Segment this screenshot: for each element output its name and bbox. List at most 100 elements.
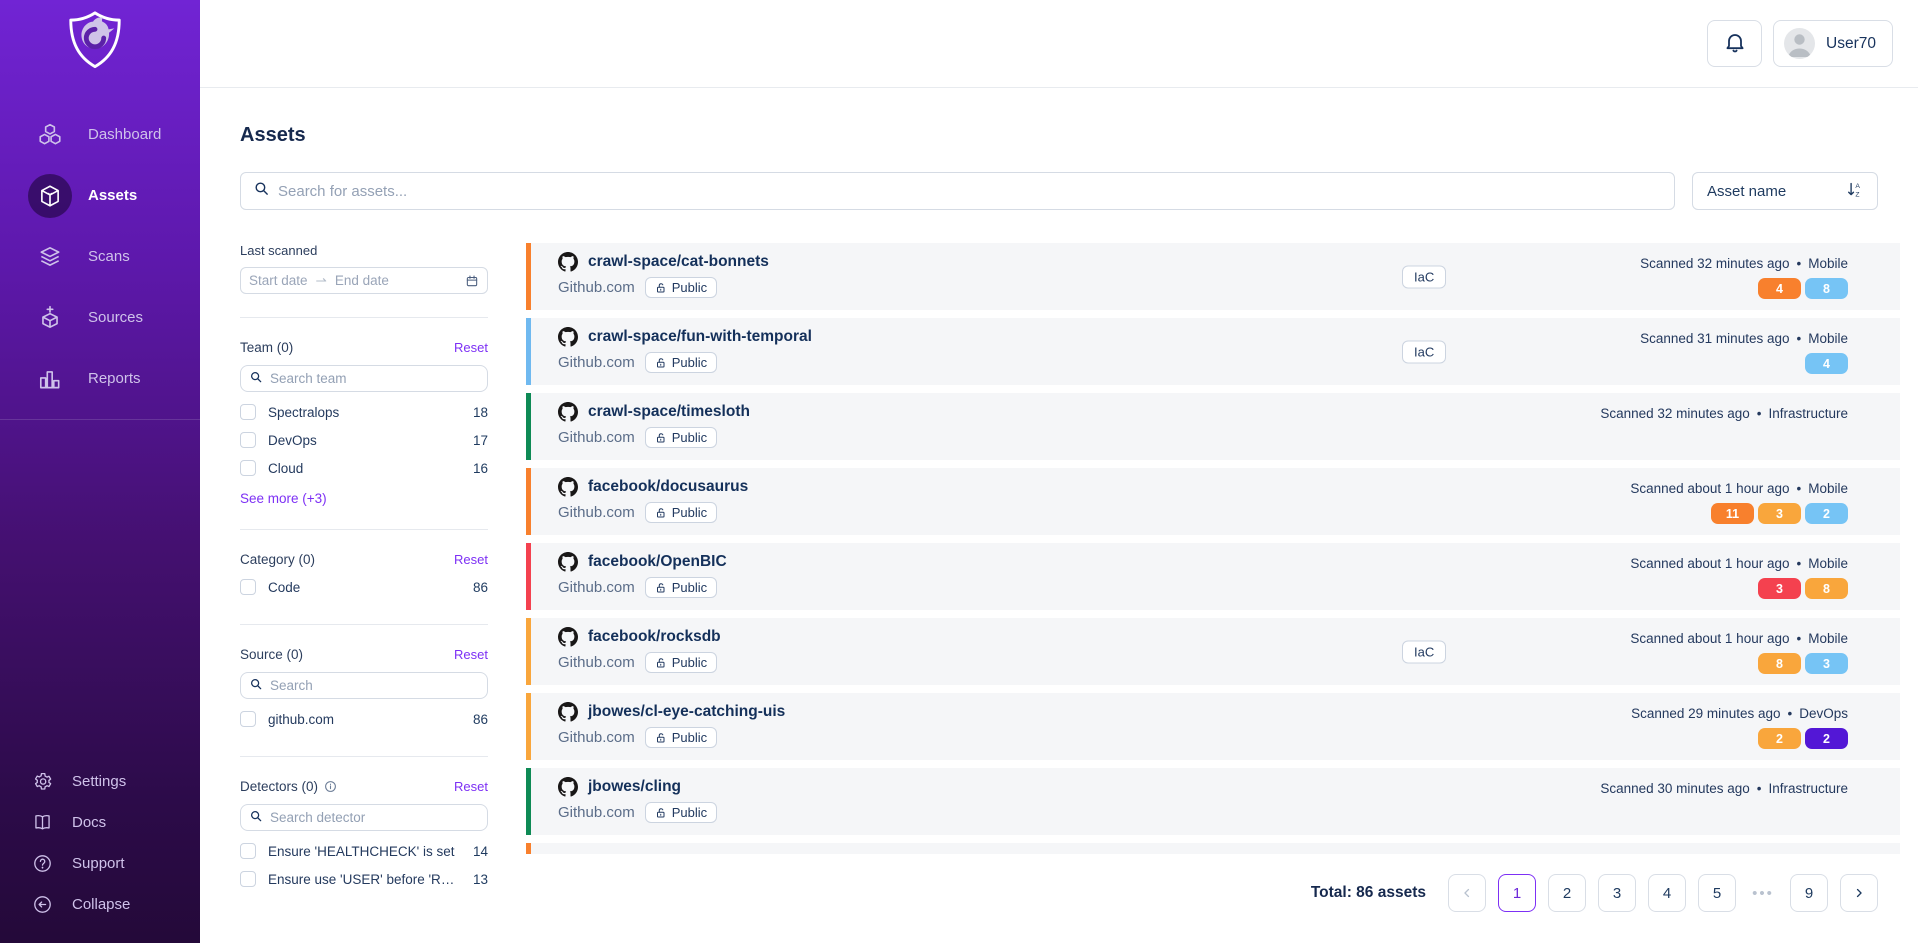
checkbox[interactable] <box>240 871 256 887</box>
team-see-more-link[interactable]: See more (+3) <box>240 491 327 506</box>
page-button-5[interactable]: 5 <box>1698 874 1736 912</box>
asset-name: facebook/OpenBIC <box>588 553 727 570</box>
asset-info: facebook/OpenBIC Github.com Public <box>558 552 727 598</box>
asset-row-jbowes-cling[interactable]: jbowes/cling Github.com Public Scanned 30 m… <box>526 768 1900 835</box>
visibility-badge: Public <box>644 802 718 823</box>
asset-row-jbowes-cl-eye-catching-uis[interactable]: jbowes/cl-eye-catching-uis Github.com Publ… <box>526 693 1900 760</box>
asset-row-crawl-space-timesloth[interactable]: crawl-space/timesloth Github.com Public Sca… <box>526 393 1900 460</box>
option-label: DevOps <box>268 432 317 448</box>
detector-search-input[interactable] <box>270 810 479 825</box>
sidebar-item-settings[interactable]: Settings <box>0 761 200 802</box>
checkbox[interactable] <box>240 404 256 420</box>
asset-name: jbowes/cling <box>588 778 682 795</box>
sidebar-item-support[interactable]: Support <box>0 843 200 884</box>
team-search-box <box>240 365 488 392</box>
asset-scan-info: Scanned 32 minutes ago • Infrastructure <box>1600 406 1848 428</box>
team-name: Infrastructure <box>1768 781 1848 796</box>
asset-search-box <box>240 172 1675 210</box>
asset-scan-info: Scanned 29 minutes ago • DevOps 2 2 <box>1631 706 1848 749</box>
checkbox[interactable] <box>240 432 256 448</box>
team-filter-label: Team (0) <box>240 340 294 355</box>
next-page-button[interactable] <box>1840 874 1878 912</box>
sidebar-item-collapse[interactable]: Collapse <box>0 884 200 925</box>
asset-row-crawl-space-cat-bonnets[interactable]: crawl-space/cat-bonnets Github.com Public I… <box>526 243 1900 310</box>
user-menu-button[interactable]: User70 <box>1773 20 1893 67</box>
sidebar-item-label: Dashboard <box>88 126 162 143</box>
scanned-text: Scanned about 1 hour ago <box>1630 631 1790 646</box>
prev-page-button[interactable] <box>1448 874 1486 912</box>
sidebar-item-assets[interactable]: Assets <box>0 165 200 226</box>
asset-row-facebook-openbic[interactable]: facebook/OpenBIC Github.com Public Scanned … <box>526 543 1900 610</box>
sort-az-icon: AZ <box>1846 181 1863 202</box>
scanned-text: Scanned 32 minutes ago <box>1640 256 1790 271</box>
date-range-input[interactable]: Start date ⇀ End date <box>240 267 488 294</box>
sort-button[interactable]: Asset name AZ <box>1692 172 1878 210</box>
checkbox[interactable] <box>240 579 256 595</box>
asset-scan-info: Scanned about 1 hour ago • Mobile 8 3 <box>1630 631 1848 674</box>
checkbox[interactable] <box>240 843 256 859</box>
app-logo-icon[interactable] <box>64 8 126 74</box>
detectors-reset-link[interactable]: Reset <box>454 779 488 794</box>
severity-stripe <box>526 843 531 854</box>
unlock-icon <box>655 357 667 369</box>
detectors-filter-header: Detectors (0) Reset <box>240 779 488 794</box>
checkbox[interactable] <box>240 460 256 476</box>
detector-option-ensure-healthcheck-is-set: Ensure 'HEALTHCHECK' is set 14 <box>240 837 488 865</box>
sidebar-item-label: Sources <box>88 309 144 326</box>
total-assets-label: Total: 86 assets <box>1310 884 1426 901</box>
source-search-input[interactable] <box>270 678 479 693</box>
severity-chip: 3 <box>1758 578 1801 599</box>
team-search-input[interactable] <box>270 371 479 386</box>
asset-row-crawl-space-fun-with-temporal[interactable]: crawl-space/fun-with-temporal Github.com P… <box>526 318 1900 385</box>
severity-stripe <box>526 393 531 460</box>
asset-row-facebook-docusaurus[interactable]: facebook/docusaurus Github.com Public Scann… <box>526 468 1900 535</box>
svg-text:Z: Z <box>1855 191 1859 198</box>
asset-source: Github.com <box>558 654 635 671</box>
asset-search-input[interactable] <box>278 182 1662 200</box>
checkbox[interactable] <box>240 711 256 727</box>
detectors-filter-label: Detectors (0) <box>240 779 319 794</box>
severity-chip: 8 <box>1758 653 1801 674</box>
team-name: Mobile <box>1808 481 1848 496</box>
severity-stripe <box>526 543 531 610</box>
asset-source: Github.com <box>558 279 635 296</box>
visibility-label: Public <box>671 505 708 520</box>
asset-source: Github.com <box>558 354 635 371</box>
severity-chip: 8 <box>1805 578 1848 599</box>
end-date-placeholder: End date <box>334 273 389 288</box>
page-button-9[interactable]: 9 <box>1790 874 1828 912</box>
source-reset-link[interactable]: Reset <box>454 647 488 662</box>
page-ellipsis: ••• <box>1752 884 1774 902</box>
visibility-badge: Public <box>644 652 718 673</box>
option-count: 16 <box>472 460 488 476</box>
page-button-1[interactable]: 1 <box>1498 874 1536 912</box>
bullet-separator: • <box>1796 556 1802 571</box>
option-label: Ensure 'HEALTHCHECK' is set <box>268 843 455 859</box>
sidebar-item-scans[interactable]: Scans <box>0 226 200 287</box>
sidebar-item-reports[interactable]: Reports <box>0 348 200 409</box>
filter-divider <box>240 624 488 625</box>
page-buttons: 1 2 3 4 5 ••• 9 <box>1448 874 1878 912</box>
option-count: 18 <box>472 404 488 420</box>
severity-chip: 4 <box>1758 278 1801 299</box>
severity-chip: 8 <box>1805 278 1848 299</box>
source-search-box <box>240 672 488 699</box>
chevron-left-icon <box>1460 886 1474 900</box>
asset-row-facebook-rocksdb[interactable]: facebook/rocksdb Github.com Public IaC Scann… <box>526 618 1900 685</box>
page-button-4[interactable]: 4 <box>1648 874 1686 912</box>
team-reset-link[interactable]: Reset <box>454 340 488 355</box>
asset-name: crawl-space/fun-with-temporal <box>588 328 812 345</box>
search-row: Asset name AZ <box>240 172 1878 210</box>
category-reset-link[interactable]: Reset <box>454 552 488 567</box>
notifications-button[interactable] <box>1707 20 1763 67</box>
sidebar-item-docs[interactable]: Docs <box>0 802 200 843</box>
sidebar-item-dashboard[interactable]: Dashboard <box>0 104 200 165</box>
sidebar-item-sources[interactable]: Sources <box>0 287 200 348</box>
severity-chip: 2 <box>1805 728 1848 749</box>
page-button-3[interactable]: 3 <box>1598 874 1636 912</box>
main-area: User70 Assets Asset name AZ Last scanned <box>200 0 1918 943</box>
asset-scan-info: Scanned 32 minutes ago • Mobile 4 8 <box>1640 256 1848 299</box>
visibility-badge: Public <box>644 352 718 373</box>
page-button-2[interactable]: 2 <box>1548 874 1586 912</box>
user-name: User70 <box>1826 34 1876 52</box>
